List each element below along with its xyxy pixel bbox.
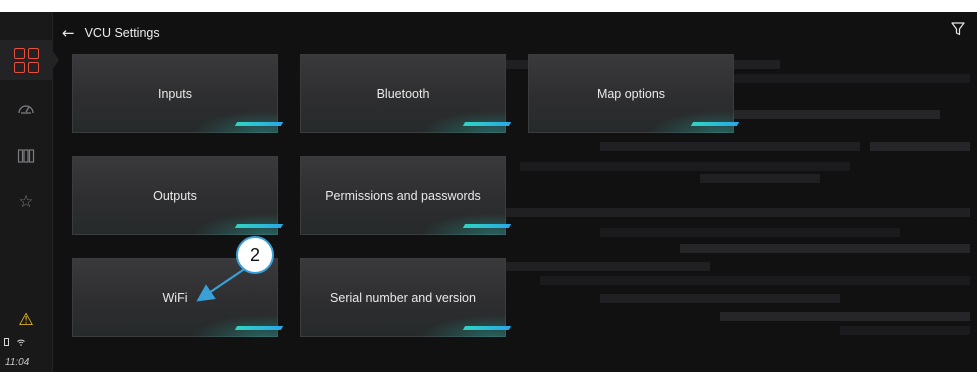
bg-streak <box>540 276 970 285</box>
star-icon: ☆ <box>18 192 34 212</box>
bg-streak <box>720 74 970 83</box>
bg-streak <box>600 228 900 237</box>
sidebar-item-panels[interactable] <box>0 136 52 176</box>
tile-label: Outputs <box>153 188 197 203</box>
tile-accent <box>234 122 284 126</box>
tile-bluetooth[interactable]: Bluetooth <box>300 54 512 133</box>
sidebar: ☆ ⚠ 11:04 <box>0 12 59 372</box>
bg-streak <box>870 142 970 151</box>
tile-label: Bluetooth <box>376 86 430 101</box>
tile-label: Inputs <box>157 86 193 101</box>
tile-accent <box>234 326 284 330</box>
page-title: VCU Settings <box>84 26 160 40</box>
bg-streak <box>520 162 850 171</box>
filter-icon[interactable] <box>951 22 965 36</box>
bg-streak <box>500 208 970 217</box>
sidebar-item-home[interactable] <box>0 40 59 80</box>
bg-streak <box>840 326 970 335</box>
battery-icon <box>4 338 9 346</box>
back-arrow-icon[interactable]: ← <box>62 25 75 41</box>
tile-accent <box>462 224 512 228</box>
tile-label: Map options <box>596 86 666 101</box>
tile-accent <box>462 122 512 126</box>
header: ← VCU Settings <box>62 22 160 44</box>
status-bar <box>4 338 25 346</box>
tile-outputs[interactable]: Outputs <box>72 156 284 235</box>
wifi-icon <box>17 339 25 346</box>
screenshot: ☆ ⚠ 11:04 ← VCU Settings Inputs Bluetoot… <box>0 0 977 372</box>
bg-streak <box>680 244 970 253</box>
bg-streak <box>700 174 820 183</box>
tile-accent <box>462 326 512 330</box>
tile-accent <box>690 122 740 126</box>
tile-inputs[interactable]: Inputs <box>72 54 284 133</box>
clock: 11:04 <box>5 357 30 368</box>
active-indicator <box>52 50 59 70</box>
tile-serial-number[interactable]: Serial number and version <box>300 258 512 337</box>
device-screen: ☆ ⚠ 11:04 ← VCU Settings Inputs Bluetoot… <box>0 12 977 372</box>
warning-icon: ⚠ <box>18 310 34 330</box>
bg-streak <box>600 294 840 303</box>
tile-label: WiFi <box>162 290 188 305</box>
tile-label: Permissions and passwords <box>325 188 481 203</box>
tile-permissions[interactable]: Permissions and passwords <box>300 156 512 235</box>
sidebar-item-warnings[interactable]: ⚠ <box>0 300 52 340</box>
columns-icon <box>17 149 35 163</box>
tile-label: Serial number and version <box>330 290 476 305</box>
bg-streak <box>720 312 970 321</box>
sidebar-item-dashboard[interactable] <box>0 88 52 128</box>
bg-streak <box>600 142 860 151</box>
tile-accent <box>234 224 284 228</box>
sidebar-item-favorites[interactable]: ☆ <box>0 182 52 222</box>
grid-icon <box>13 47 39 73</box>
callout-badge: 2 <box>236 236 274 274</box>
gauge-icon <box>18 105 34 114</box>
tile-map-options[interactable]: Map options <box>528 54 740 133</box>
